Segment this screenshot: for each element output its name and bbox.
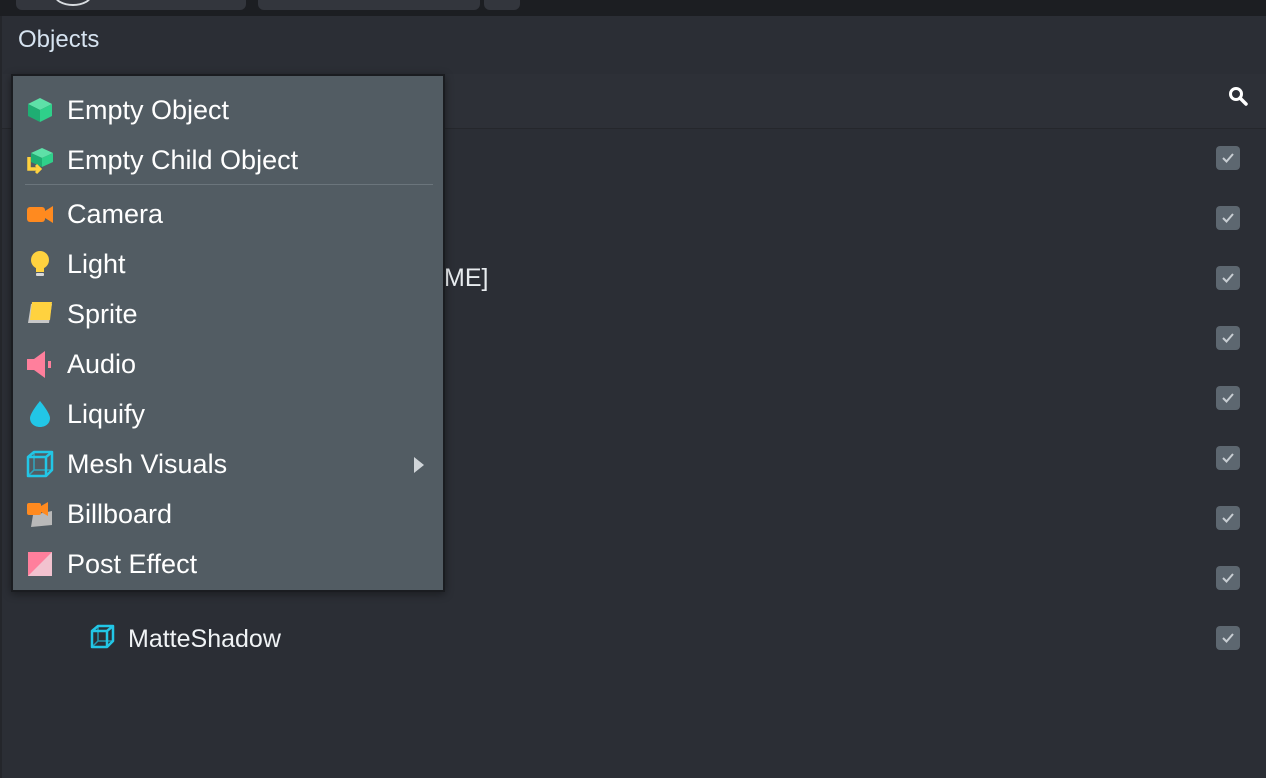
menu-item-empty-child-object[interactable]: Empty Child Object xyxy=(25,140,435,180)
menu-separator xyxy=(25,184,433,185)
check-icon xyxy=(1222,213,1234,223)
visibility-checkbox[interactable] xyxy=(1216,326,1240,350)
check-icon xyxy=(1222,453,1234,463)
top-tab-1[interactable] xyxy=(16,0,246,10)
visibility-checkbox[interactable] xyxy=(1216,626,1240,650)
liquify-drop-icon xyxy=(25,399,55,429)
menu-item-audio[interactable]: Audio xyxy=(25,344,435,384)
menu-item-empty-object[interactable]: Empty Object xyxy=(25,90,435,130)
menu-item-label: Sprite xyxy=(67,298,138,329)
menu-item-post-effect[interactable]: Post Effect xyxy=(25,544,435,584)
light-bulb-icon xyxy=(25,249,55,279)
empty-object-icon xyxy=(25,95,55,125)
menu-item-label: Billboard xyxy=(67,498,173,529)
menu-item-mesh-visuals[interactable]: Mesh Visuals xyxy=(25,444,435,484)
add-object-menu: Empty Object Empty Child Object Camera L… xyxy=(11,74,445,592)
top-tab-3[interactable] xyxy=(484,0,520,10)
check-icon xyxy=(1222,333,1234,343)
menu-item-label: Empty Child Object xyxy=(67,144,299,175)
menu-item-liquify[interactable]: Liquify xyxy=(25,394,435,434)
tree-item-label: MatteShadow xyxy=(128,624,281,653)
tree-item-matteshadow[interactable]: MatteShadow xyxy=(88,624,281,654)
visibility-checkbox[interactable] xyxy=(1216,506,1240,530)
panel-title: Objects xyxy=(18,26,100,53)
menu-item-label: Audio xyxy=(67,348,137,379)
menu-item-billboard[interactable]: Billboard xyxy=(25,494,435,534)
billboard-icon xyxy=(25,499,55,529)
search-icon[interactable] xyxy=(1228,86,1248,106)
audio-speaker-icon xyxy=(25,349,55,379)
menu-item-label: Liquify xyxy=(67,398,146,429)
menu-item-label: Mesh Visuals xyxy=(67,448,228,479)
mesh-cube-icon xyxy=(88,623,116,656)
mesh-cube-icon xyxy=(25,449,55,479)
visibility-checkbox[interactable] xyxy=(1216,266,1240,290)
chevron-right-icon xyxy=(413,456,425,479)
tree-item-label-partial: ME] xyxy=(444,264,489,292)
top-tab-bar xyxy=(0,0,1266,16)
menu-item-camera[interactable]: Camera xyxy=(25,194,435,234)
menu-item-label: Empty Object xyxy=(67,94,230,125)
menu-item-label: Camera xyxy=(67,198,164,229)
check-icon xyxy=(1222,633,1234,643)
camera-icon xyxy=(25,199,55,229)
check-icon xyxy=(1222,273,1234,283)
check-icon xyxy=(1222,393,1234,403)
sprite-icon xyxy=(25,299,55,329)
menu-item-light[interactable]: Light xyxy=(25,244,435,284)
post-effect-icon xyxy=(25,549,55,579)
circle-icon xyxy=(54,0,92,6)
visibility-checkbox[interactable] xyxy=(1216,386,1240,410)
menu-item-label: Post Effect xyxy=(67,548,198,579)
menu-item-sprite[interactable]: Sprite xyxy=(25,294,435,334)
check-icon xyxy=(1222,513,1234,523)
visibility-checkbox[interactable] xyxy=(1216,206,1240,230)
visibility-checkbox[interactable] xyxy=(1216,446,1240,470)
check-icon xyxy=(1222,153,1234,163)
top-tab-2[interactable] xyxy=(258,0,480,10)
visibility-checkbox[interactable] xyxy=(1216,146,1240,170)
visibility-checkbox[interactable] xyxy=(1216,566,1240,590)
empty-child-object-icon xyxy=(25,145,55,175)
menu-item-label: Light xyxy=(67,248,126,279)
check-icon xyxy=(1222,573,1234,583)
